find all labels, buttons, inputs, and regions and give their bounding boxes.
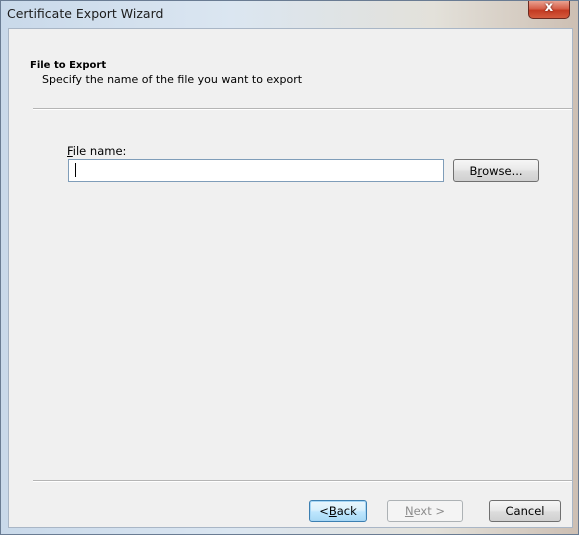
- back-label-prefix: <: [319, 504, 329, 518]
- file-name-input[interactable]: [68, 159, 444, 182]
- window-title: Certificate Export Wizard: [7, 6, 164, 21]
- next-accelerator: N: [404, 504, 414, 518]
- cancel-button[interactable]: Cancel: [489, 500, 561, 522]
- next-button[interactable]: Next >: [387, 500, 463, 522]
- title-bar[interactable]: Certificate Export Wizard x: [1, 0, 578, 27]
- page-title: File to Export: [30, 60, 107, 71]
- page-subtitle: Specify the name of the file you want to…: [42, 73, 303, 86]
- browse-label-end: owse...: [482, 163, 523, 178]
- back-accelerator: B: [328, 504, 337, 518]
- header-separator: [33, 108, 572, 110]
- dialog-client-area: File to Export Specify the name of the f…: [8, 28, 573, 528]
- certificate-export-wizard-window: Certificate Export Wizard x File to Expo…: [0, 0, 579, 535]
- file-name-label-text: ile name:: [72, 144, 127, 158]
- back-label-end: ack: [336, 504, 357, 518]
- text-caret: [75, 163, 76, 177]
- close-icon: x: [544, 0, 554, 15]
- next-label-end: ext >: [413, 504, 446, 518]
- close-button[interactable]: x: [528, 0, 570, 19]
- back-button[interactable]: < Back: [309, 500, 367, 522]
- wizard-header: File to Export Specify the name of the f…: [9, 29, 572, 108]
- browse-label-start: B: [469, 163, 478, 178]
- browse-button[interactable]: Br owse...: [453, 159, 539, 182]
- file-name-label: File name:: [67, 144, 126, 158]
- footer-separator: [33, 480, 572, 482]
